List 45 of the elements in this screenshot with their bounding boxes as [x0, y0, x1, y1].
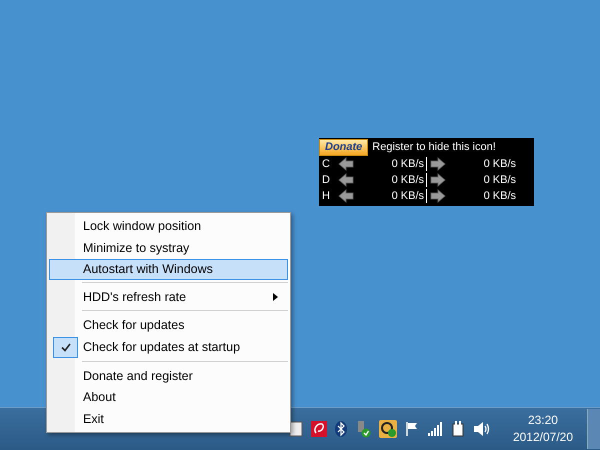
- read-speed: 0 KB/s: [390, 158, 424, 170]
- menu-item-label: Donate and register: [82, 368, 194, 383]
- menu-item-label: Lock window position: [82, 218, 202, 233]
- swirl-logo-icon[interactable]: [310, 421, 327, 437]
- signal-bars-icon[interactable]: [426, 422, 443, 436]
- flag-icon[interactable]: [404, 421, 419, 437]
- register-text: Register to hide this icon!: [372, 141, 496, 153]
- menu-item-label: Check for updates: [82, 318, 186, 332]
- write-speed: 0 KB/s: [482, 174, 516, 186]
- menu-item-label: HDD's refresh rate: [82, 290, 188, 304]
- menu-item[interactable]: Lock window position: [49, 215, 288, 237]
- clock-time: 23:20: [528, 412, 558, 429]
- left-arrow-icon: [338, 189, 354, 203]
- menu-item-label: Check for updates at startup: [82, 340, 242, 354]
- menu-item-label: About: [82, 390, 117, 404]
- menu-item[interactable]: Exit: [49, 408, 288, 430]
- magnifier-badge-icon[interactable]: [378, 420, 397, 438]
- left-arrow-icon: [338, 173, 354, 187]
- menu-item[interactable]: Autostart with Windows: [49, 258, 288, 280]
- drive-letter: C: [322, 158, 331, 170]
- right-arrow-icon: [430, 173, 446, 187]
- drive-letter: H: [322, 190, 331, 202]
- menu-item[interactable]: HDD's refresh rate: [49, 286, 288, 308]
- read-speed: 0 KB/s: [390, 190, 424, 202]
- menu-item-label: Minimize to systray: [82, 240, 190, 255]
- left-arrow-icon: [338, 157, 354, 171]
- menu-item[interactable]: Check for updates at startup: [49, 336, 288, 359]
- write-speed: 0 KB/s: [482, 158, 516, 170]
- donate-button[interactable]: Donate: [319, 138, 368, 156]
- bluetooth-icon[interactable]: [334, 421, 347, 437]
- right-arrow-icon: [430, 157, 446, 171]
- menu-item[interactable]: Minimize to systray: [49, 236, 288, 259]
- speaker-icon[interactable]: [472, 421, 491, 437]
- drive-letter: D: [322, 174, 331, 186]
- menu-item[interactable]: Check for updates: [49, 314, 288, 336]
- menu-item-label: Autostart with Windows: [82, 262, 214, 276]
- menu-item-label: Exit: [82, 412, 105, 426]
- clock[interactable]: 23:20 2012/07/20: [512, 412, 573, 446]
- menu-item[interactable]: About: [49, 386, 288, 408]
- power-plug-icon[interactable]: [450, 420, 465, 438]
- write-speed: 0 KB/s: [482, 190, 516, 202]
- menu-item[interactable]: Donate and register: [49, 364, 288, 386]
- right-arrow-icon: [430, 189, 446, 203]
- read-speed: 0 KB/s: [390, 174, 424, 186]
- clock-date: 2012/07/20: [512, 429, 573, 446]
